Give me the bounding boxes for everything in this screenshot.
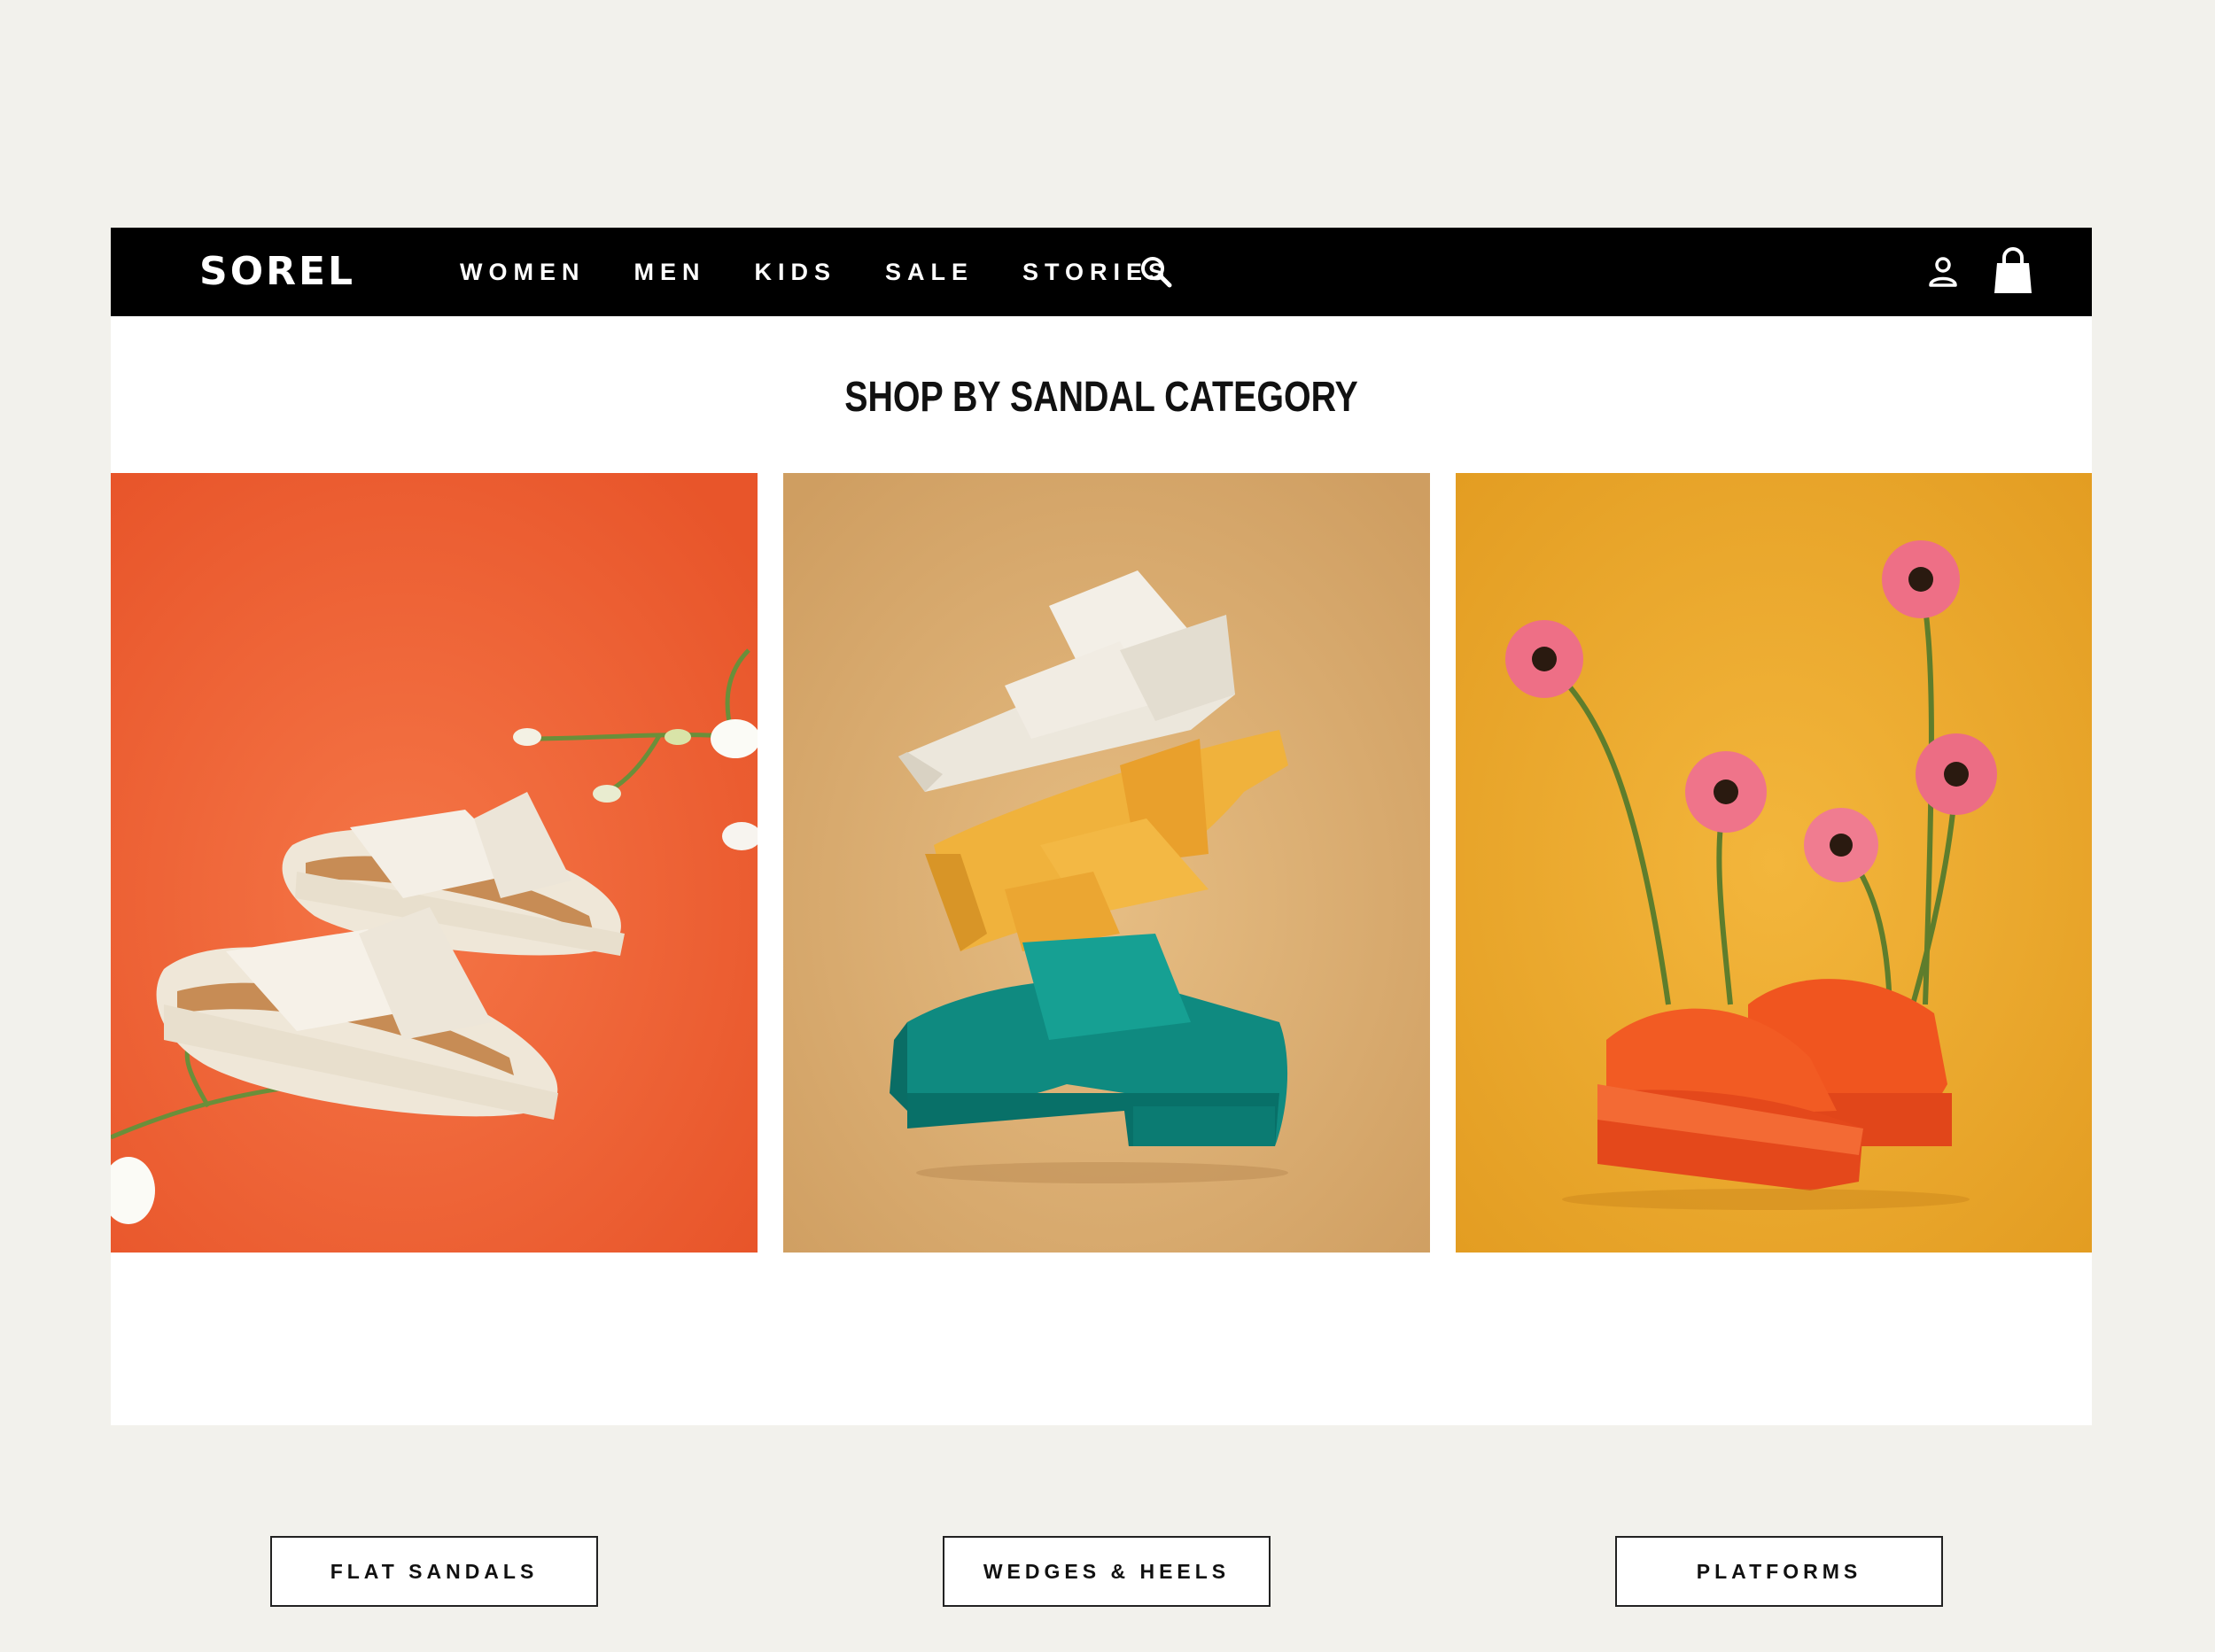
page-frame: SOREL WOMEN MEN KIDS SALE STORIES SHOP B… xyxy=(111,228,2092,1607)
platforms-button[interactable]: PLATFORMS xyxy=(1615,1536,1943,1607)
section-title: SHOP BY SANDAL CATEGORY xyxy=(844,374,1358,421)
nav-kids[interactable]: KIDS xyxy=(754,259,836,286)
wedges-heels-button[interactable]: WEDGES & HEELS xyxy=(943,1536,1271,1607)
search-icon[interactable] xyxy=(1137,252,1176,291)
nav-men[interactable]: MEN xyxy=(633,259,705,286)
category-image-flat-sandals[interactable] xyxy=(111,473,758,1253)
main-nav: WOMEN MEN KIDS SALE STORIES xyxy=(460,228,1219,316)
site-header: SOREL WOMEN MEN KIDS SALE STORIES xyxy=(111,228,2092,316)
account-icon[interactable] xyxy=(1924,252,1962,291)
category-image-platforms[interactable] xyxy=(1456,473,2092,1253)
nav-women[interactable]: WOMEN xyxy=(460,259,585,286)
sorel-logo[interactable]: SOREL xyxy=(199,247,355,297)
nav-sale[interactable]: SALE xyxy=(885,259,974,286)
shopping-bag-icon[interactable] xyxy=(1991,247,2035,295)
category-image-wedges-heels[interactable] xyxy=(783,473,1430,1253)
flat-sandals-button[interactable]: FLAT SANDALS xyxy=(270,1536,598,1607)
